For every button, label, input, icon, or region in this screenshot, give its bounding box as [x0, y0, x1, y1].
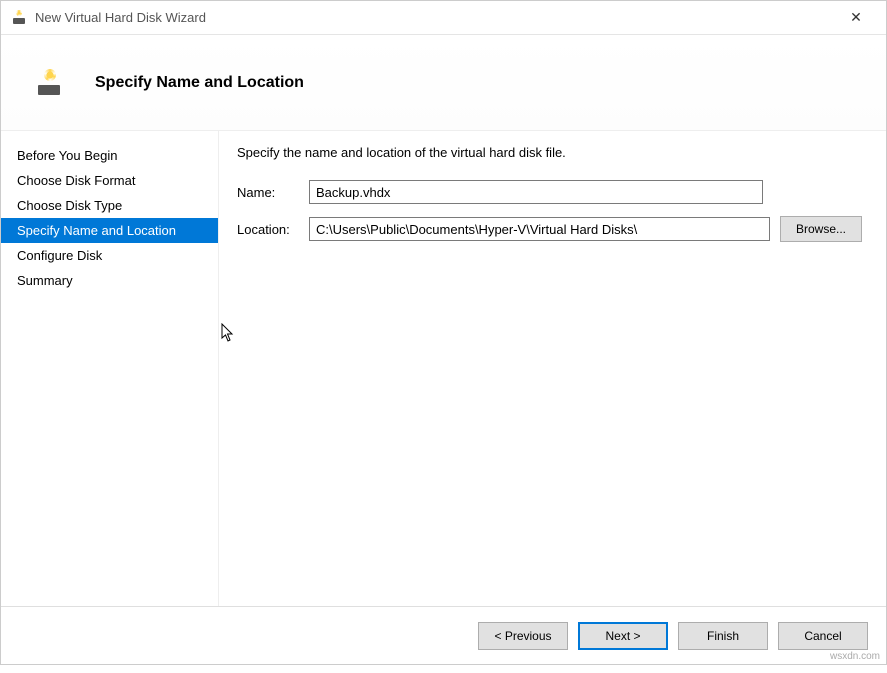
previous-button[interactable]: < Previous [478, 622, 568, 650]
disk-icon [11, 10, 27, 26]
sidebar-item-configure-disk[interactable]: Configure Disk [1, 243, 218, 268]
browse-button[interactable]: Browse... [780, 216, 862, 242]
finish-button[interactable]: Finish [678, 622, 768, 650]
close-button[interactable]: ✕ [836, 4, 876, 32]
sidebar-item-choose-disk-format[interactable]: Choose Disk Format [1, 168, 218, 193]
disk-icon [33, 67, 65, 99]
name-row: Name: [237, 180, 862, 204]
titlebar: New Virtual Hard Disk Wizard ✕ [1, 1, 886, 35]
wizard-footer: < Previous Next > Finish Cancel [1, 606, 886, 664]
sidebar-item-summary[interactable]: Summary [1, 268, 218, 293]
sidebar-item-specify-name-location[interactable]: Specify Name and Location [1, 218, 218, 243]
wizard-main-panel: Specify the name and location of the vir… [219, 131, 886, 606]
wizard-body: Before You Begin Choose Disk Format Choo… [1, 131, 886, 606]
instruction-text: Specify the name and location of the vir… [237, 145, 862, 160]
name-input[interactable] [309, 180, 763, 204]
wizard-steps-sidebar: Before You Begin Choose Disk Format Choo… [1, 131, 219, 606]
sidebar-item-before-you-begin[interactable]: Before You Begin [1, 143, 218, 168]
cancel-button[interactable]: Cancel [778, 622, 868, 650]
watermark-text: wsxdn.com [830, 651, 880, 662]
page-title: Specify Name and Location [95, 74, 304, 92]
location-input[interactable] [309, 217, 770, 241]
wizard-window: New Virtual Hard Disk Wizard ✕ Specify N… [0, 0, 887, 665]
location-row: Location: Browse... [237, 216, 862, 242]
next-button[interactable]: Next > [578, 622, 668, 650]
wizard-header: Specify Name and Location [1, 35, 886, 131]
sidebar-item-choose-disk-type[interactable]: Choose Disk Type [1, 193, 218, 218]
name-label: Name: [237, 185, 299, 200]
location-label: Location: [237, 222, 299, 237]
window-title: New Virtual Hard Disk Wizard [35, 10, 836, 25]
